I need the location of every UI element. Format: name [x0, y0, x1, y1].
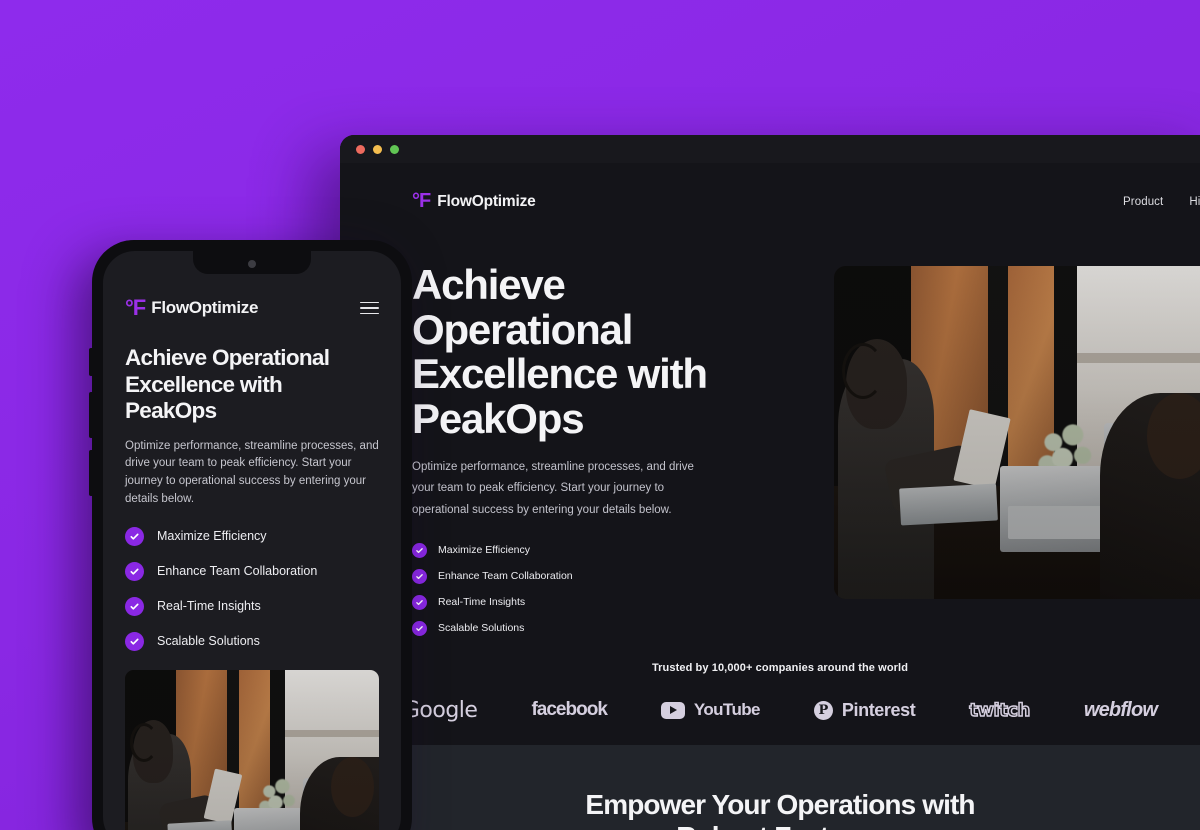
- hero-section: Achieve Operational Excellence with Peak…: [340, 241, 1200, 636]
- check-circle-icon: [125, 561, 144, 581]
- browser-viewport: °F FlowOptimize Product History Contact …: [340, 163, 1200, 830]
- nav-link-history[interactable]: History: [1189, 196, 1200, 208]
- twitch-logo: twitch: [969, 699, 1031, 722]
- check-circle-icon: [125, 526, 144, 546]
- phone-notch: [193, 251, 311, 274]
- hero-copy: Achieve Operational Excellence with Peak…: [412, 261, 794, 636]
- check-circle-icon: [412, 594, 427, 610]
- checklist-label: Enhance Team Collaboration: [157, 564, 318, 579]
- phone-volume-down-button[interactable]: [89, 450, 92, 496]
- brand-name: FlowOptimize: [437, 193, 536, 210]
- mobile-brand-logo[interactable]: °F FlowOptimize: [125, 297, 258, 319]
- checklist-label: Scalable Solutions: [438, 622, 525, 635]
- coworking-photo-illustration: [125, 669, 379, 830]
- checklist-label: Enhance Team Collaboration: [438, 570, 573, 583]
- hero-photo: [834, 266, 1200, 599]
- mobile-brand-name: FlowOptimize: [151, 298, 259, 317]
- checklist-label: Real-Time Insights: [438, 596, 526, 609]
- maximize-window-button[interactable]: [390, 144, 399, 154]
- check-circle-icon: [125, 631, 144, 651]
- nav-link-product[interactable]: Product: [1123, 196, 1163, 208]
- hero-checklist: Maximize Efficiency Enhance Team Collabo…: [412, 542, 794, 636]
- checklist-item: Enhance Team Collaboration: [125, 561, 379, 581]
- nav-links: Product History Contact: [1123, 196, 1200, 208]
- phone-mute-button[interactable]: [89, 348, 92, 376]
- mobile-hero-section: Achieve Operational Excellence with Peak…: [103, 319, 401, 651]
- checklist-label: Scalable Solutions: [157, 634, 260, 649]
- checklist-item: Enhance Team Collaboration: [412, 568, 794, 584]
- google-logo: Google: [402, 697, 478, 723]
- checklist-item: Maximize Efficiency: [125, 526, 379, 546]
- checklist-item: Real-Time Insights: [412, 594, 794, 610]
- youtube-play-icon: [660, 701, 685, 719]
- check-circle-icon: [412, 568, 427, 584]
- checklist-item: Scalable Solutions: [412, 620, 794, 636]
- client-logo-row: Google facebook YouTube P Pinterest twit…: [340, 698, 1200, 723]
- brand-logo[interactable]: °F FlowOptimize: [412, 190, 536, 212]
- mobile-hero-title: Achieve Operational Excellence with Peak…: [125, 345, 330, 424]
- browser-window-mockup: °F FlowOptimize Product History Contact …: [340, 135, 1200, 830]
- check-circle-icon: [412, 542, 427, 558]
- trusted-by-section: Trusted by 10,000+ companies around the …: [340, 662, 1200, 723]
- checklist-item: Scalable Solutions: [125, 631, 379, 651]
- browser-titlebar: [340, 135, 1200, 163]
- minimize-window-button[interactable]: [373, 144, 382, 154]
- checklist-label: Real-Time Insights: [157, 599, 261, 614]
- check-circle-icon: [412, 620, 427, 636]
- degree-f-logo-icon: °F: [412, 190, 431, 212]
- phone-volume-up-button[interactable]: [89, 392, 92, 438]
- pinterest-logo: P Pinterest: [813, 700, 916, 721]
- pinterest-p-icon: P: [813, 700, 833, 720]
- hero-title: Achieve Operational Excellence with Peak…: [412, 261, 708, 442]
- hero-subtitle: Optimize performance, streamline process…: [412, 461, 694, 516]
- features-section: Empower Your Operations with Robust Feat…: [340, 744, 1200, 830]
- coworking-photo-illustration: [834, 266, 1200, 599]
- check-circle-icon: [125, 596, 144, 616]
- facebook-logo: facebook: [531, 699, 607, 721]
- desktop-navbar: °F FlowOptimize Product History Contact …: [340, 163, 1200, 241]
- mockup-stage: °F FlowOptimize Product History Contact …: [0, 0, 1200, 830]
- trusted-by-text: Trusted by 10,000+ companies around the …: [651, 661, 909, 674]
- degree-f-logo-icon: °F: [125, 295, 146, 320]
- checklist-label: Maximize Efficiency: [438, 544, 530, 557]
- phone-screen: °F FlowOptimize Achieve Operational Exce…: [103, 251, 401, 830]
- mobile-hero-checklist: Maximize Efficiency Enhance Team Collabo…: [125, 526, 379, 651]
- hero-media: [834, 263, 1200, 636]
- close-window-button[interactable]: [356, 144, 365, 154]
- phone-mockup: °F FlowOptimize Achieve Operational Exce…: [89, 240, 412, 830]
- front-camera-icon: [248, 259, 256, 268]
- mobile-hero-photo: [125, 669, 379, 830]
- youtube-logo: YouTube: [660, 700, 760, 720]
- checklist-item: Maximize Efficiency: [412, 542, 794, 558]
- mobile-hero-subtitle: Optimize performance, streamline process…: [125, 439, 379, 506]
- checklist-item: Real-Time Insights: [125, 596, 379, 616]
- checklist-label: Maximize Efficiency: [157, 529, 267, 544]
- webflow-logo: webflow: [1083, 698, 1158, 721]
- features-title: Empower Your Operations with Robust Feat…: [585, 788, 975, 830]
- hamburger-menu-icon[interactable]: [360, 301, 379, 315]
